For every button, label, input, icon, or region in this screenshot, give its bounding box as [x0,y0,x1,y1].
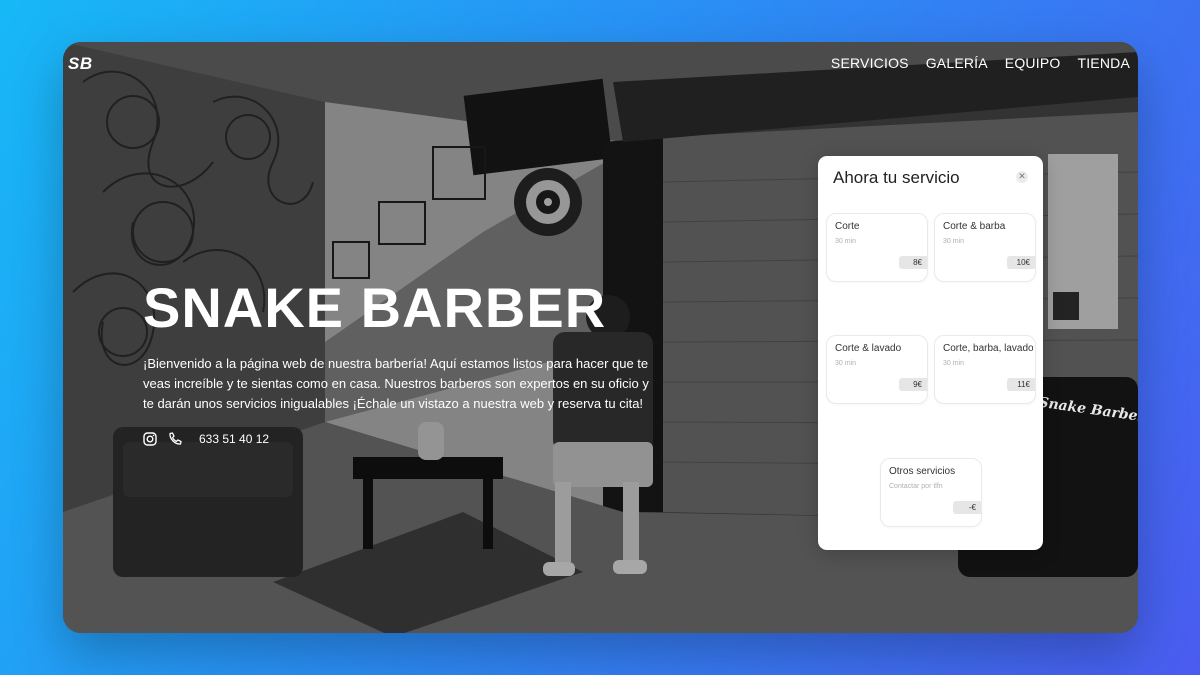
phone-icon[interactable] [167,431,183,447]
service-card-corte-lavado[interactable]: Corte & lavado 30 min 9€ [826,335,928,404]
service-card-corte[interactable]: Corte 30 min 8€ [826,213,928,282]
nav-equipo[interactable]: EQUIPO [1005,55,1061,71]
service-duration: 30 min [943,238,965,245]
service-price: -€ [953,501,981,514]
instagram-icon[interactable] [143,432,157,446]
service-name: Corte & barba [943,221,1006,232]
service-price: 11€ [1007,378,1035,391]
service-duration: 30 min [835,238,857,245]
panel-title: Ahora tu servicio [833,168,960,187]
service-card-corte-barba[interactable]: Corte & barba 30 min 10€ [934,213,1036,282]
main-nav: SERVICIOS GALERÍA EQUIPO TIENDA [831,55,1130,71]
service-duration: 30 min [835,360,857,367]
close-icon[interactable]: ✕ [1016,171,1028,183]
service-price: 10€ [1007,256,1035,269]
service-card-corte-barba-lavado[interactable]: Corte, barba, lavado 30 min 11€ [934,335,1036,404]
service-name: Corte & lavado [835,343,902,354]
contact-row: 633 51 40 12 [143,431,269,447]
service-name: Corte [835,221,860,232]
nav-tienda[interactable]: TIENDA [1077,55,1130,71]
nav-servicios[interactable]: SERVICIOS [831,55,909,71]
service-panel: Ahora tu servicio ✕ Corte 30 min 8€ Cort… [818,156,1043,550]
service-price: 8€ [899,256,927,269]
site-logo[interactable]: SB [68,54,93,74]
service-duration: Contactar por tlfn [889,483,943,490]
service-duration: 30 min [943,360,965,367]
hero-title: SNAKE BARBER [143,276,607,339]
hero-description: ¡Bienvenido a la página web de nuestra b… [143,356,649,411]
website-window: Snake Barber SB SERVICIOS GALERÍA EQUIPO… [63,42,1138,633]
service-price: 9€ [899,378,927,391]
nav-galeria[interactable]: GALERÍA [926,55,988,71]
service-name: Otros servicios [889,466,956,477]
phone-number[interactable]: 633 51 40 12 [199,432,269,446]
service-name: Corte, barba, lavado [943,343,1034,354]
service-card-otros[interactable]: Otros servicios Contactar por tlfn -€ [880,458,982,527]
